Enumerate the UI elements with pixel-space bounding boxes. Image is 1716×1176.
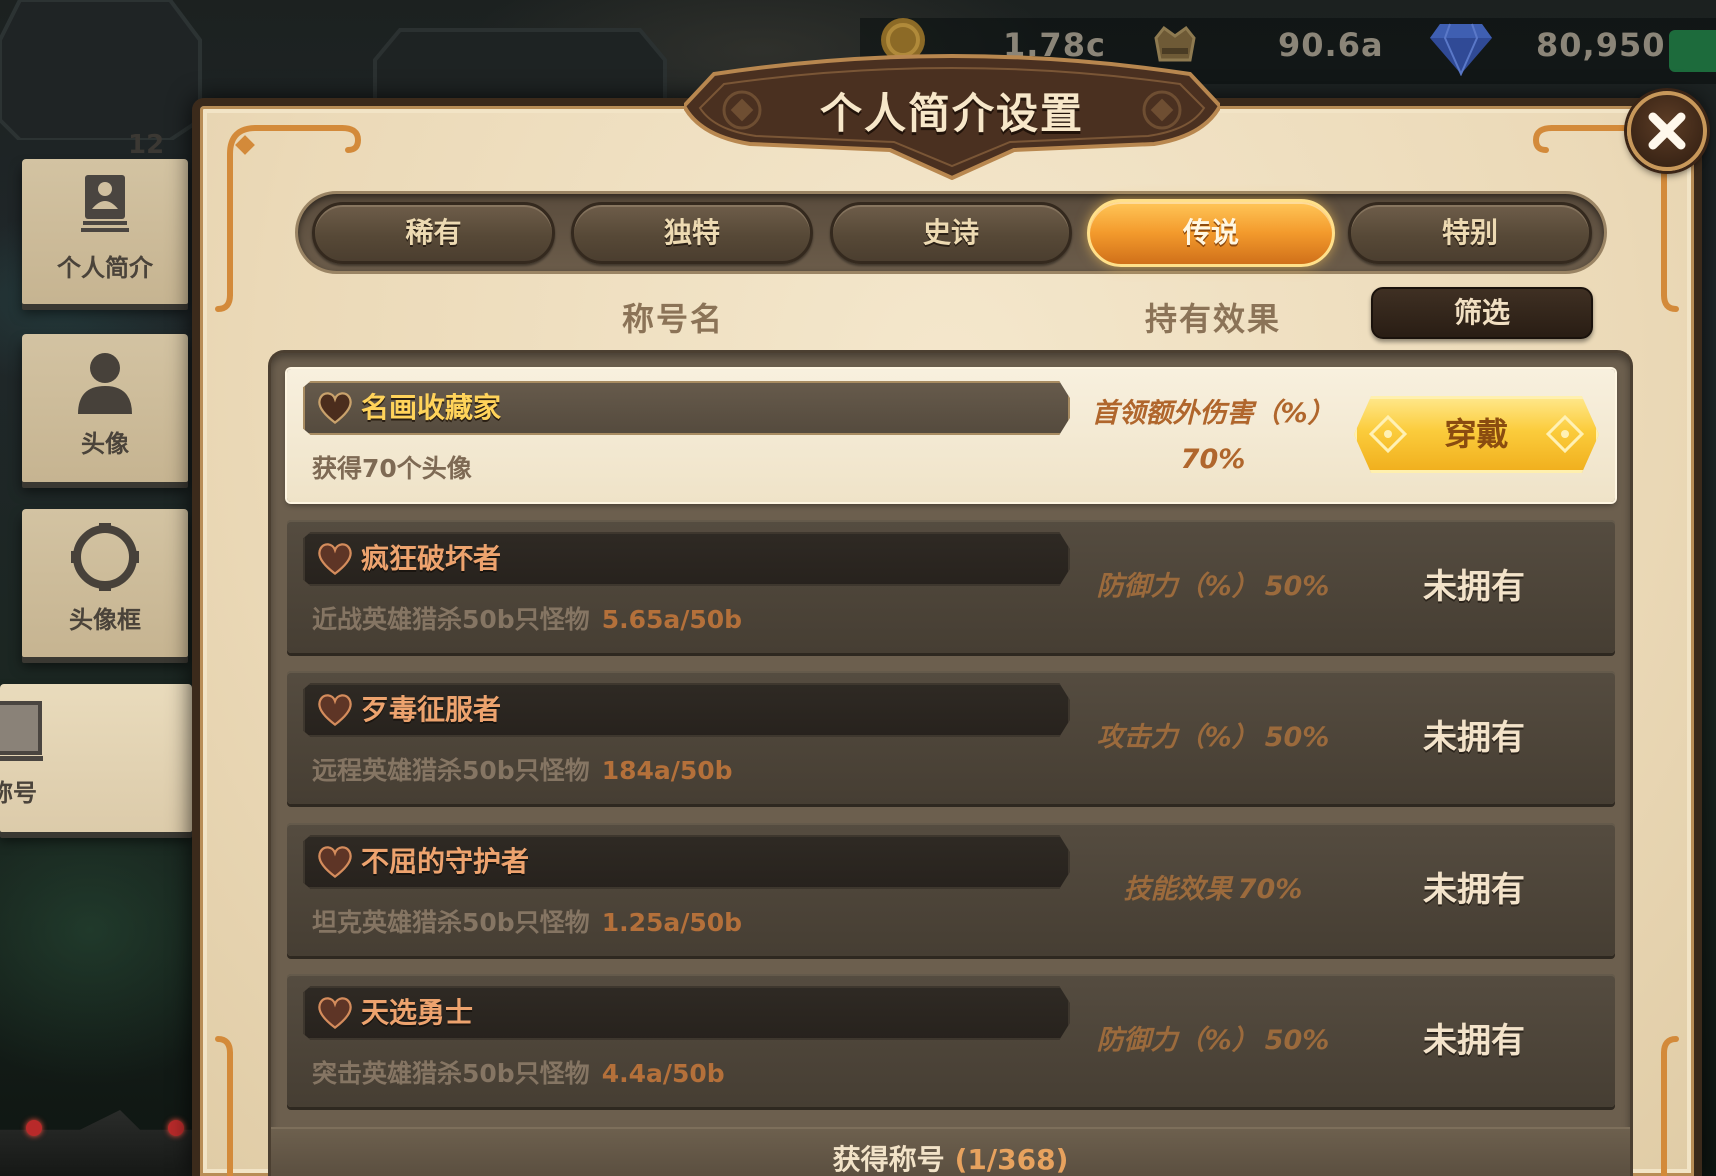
- title-progress: 184a/50b: [601, 756, 733, 785]
- title-name: 名画收藏家: [361, 391, 502, 424]
- filter-button[interactable]: 筛选: [1371, 287, 1593, 339]
- tab-unique[interactable]: 独特: [571, 202, 813, 264]
- title-name-bar: 天选勇士: [303, 986, 1070, 1040]
- status-not-owned: 未拥有: [1423, 1021, 1525, 1061]
- status-not-owned: 未拥有: [1423, 718, 1525, 758]
- title-requirement-line: 突击英雄猎杀50b只怪物 4.4a/50b: [312, 1057, 725, 1091]
- title-name: 不屈的守护者: [361, 845, 530, 878]
- side-tab-label: 头像: [81, 430, 129, 458]
- title-name-bar: 名画收藏家: [303, 381, 1070, 435]
- currency-add-tab[interactable]: [1669, 30, 1716, 72]
- title-requirement-line: 坦克英雄猎杀50b只怪物 1.25a/50b: [312, 906, 742, 940]
- title-requirement: 获得70个头像: [312, 454, 472, 483]
- secondary-amount: 90.6a: [1278, 26, 1384, 64]
- title-requirement: 近战英雄猎杀50b只怪物: [312, 605, 590, 634]
- side-tab-profile[interactable]: 个人简介: [22, 159, 188, 304]
- effect-stat: 技能效果: [1123, 874, 1232, 905]
- person-silhouette-icon: [70, 346, 140, 420]
- title-name: 疯狂破坏者: [361, 542, 502, 575]
- heart-icon: [317, 391, 353, 425]
- title-name: 歹毒征服者: [361, 693, 502, 726]
- effect-stat: 防御力（%）: [1096, 571, 1259, 602]
- heart-icon: [317, 693, 353, 727]
- title-effect: 防御力（%） 50%: [1063, 1020, 1363, 1062]
- gem-amount: 80,950: [1536, 26, 1666, 64]
- heart-icon: [317, 845, 353, 879]
- tab-rare[interactable]: 稀有: [312, 202, 555, 264]
- status-not-owned: 未拥有: [1423, 567, 1525, 607]
- blue-diamond-icon: [1428, 20, 1494, 80]
- wear-button[interactable]: 穿戴: [1354, 396, 1599, 473]
- title-effect: 攻击力（%） 50%: [1063, 717, 1363, 759]
- tab-legendary[interactable]: 传说: [1087, 199, 1335, 267]
- title-name-bar: 歹毒征服者: [303, 683, 1070, 737]
- title-effect: 首领额外伤害（%） 70%: [1063, 391, 1363, 483]
- side-tab-label: 称号: [0, 779, 37, 807]
- effect-value: 50%: [1264, 571, 1330, 602]
- side-tab-avatar-frame[interactable]: 头像框: [22, 509, 188, 657]
- title-name: 天选勇士: [361, 996, 474, 1029]
- heart-icon: [317, 542, 353, 576]
- avatar-frame-icon: [69, 521, 141, 597]
- title-requirement: 坦克英雄猎杀50b只怪物: [312, 908, 590, 937]
- title-requirement-line: 获得70个头像: [312, 452, 472, 486]
- title-name-bar: 不屈的守护者: [303, 835, 1070, 889]
- effect-value: 70%: [1180, 444, 1246, 475]
- title-requirement: 突击英雄猎杀50b只怪物: [312, 1059, 590, 1088]
- status-not-owned: 未拥有: [1423, 870, 1525, 910]
- effect-stat: 首领额外伤害（%）: [1091, 398, 1335, 429]
- column-header-title-name: 称号名: [621, 300, 724, 338]
- effect-value: 50%: [1264, 1025, 1330, 1056]
- effect-stat: 攻击力（%）: [1096, 722, 1259, 753]
- effect-value: 50%: [1264, 722, 1330, 753]
- titles-obtained-label: 获得称号: [832, 1143, 945, 1176]
- column-header-effect: 持有效果: [1144, 300, 1281, 338]
- title-list[interactable]: 名画收藏家 获得70个头像 首领额外伤害（%） 70% 穿戴 疯狂破坏者 近战英…: [268, 350, 1633, 1176]
- title-row[interactable]: 不屈的守护者 坦克英雄猎杀50b只怪物 1.25a/50b 技能效果 70% 未拥有: [287, 823, 1615, 956]
- level-badge: 12: [128, 130, 165, 160]
- title-progress: 4.4a/50b: [601, 1059, 725, 1088]
- title-requirement-line: 远程英雄猎杀50b只怪物 184a/50b: [312, 754, 733, 788]
- title-progress: 1.25a/50b: [601, 908, 743, 937]
- profile-card-icon: [73, 171, 137, 239]
- close-icon: [1648, 112, 1686, 150]
- title-row[interactable]: 疯狂破坏者 近战英雄猎杀50b只怪物 5.65a/50b 防御力（%） 50% 未拥…: [287, 520, 1615, 653]
- dialog-title: 个人简介设置: [819, 89, 1084, 138]
- red-light-dot: [168, 1120, 184, 1136]
- titles-obtained-count: (1/368): [954, 1143, 1069, 1176]
- heart-icon: [317, 996, 353, 1030]
- close-button[interactable]: [1627, 91, 1707, 171]
- red-light-dot: [26, 1120, 42, 1136]
- title-name-bar: 疯狂破坏者: [303, 532, 1070, 586]
- title-row[interactable]: 天选勇士 突击英雄猎杀50b只怪物 4.4a/50b 防御力（%） 50% 未拥有: [287, 974, 1615, 1107]
- title-effect: 防御力（%） 50%: [1063, 566, 1363, 608]
- side-tab-title[interactable]: 称号: [0, 684, 192, 832]
- title-requirement: 远程英雄猎杀50b只怪物: [312, 756, 590, 785]
- title-row[interactable]: 名画收藏家 获得70个头像 首领额外伤害（%） 70% 穿戴: [287, 369, 1615, 502]
- wear-button-label: 穿戴: [1444, 415, 1509, 453]
- tab-epic[interactable]: 史诗: [830, 202, 1072, 264]
- side-tab-label: 头像框: [69, 606, 141, 634]
- titles-obtained-footer: 获得称号 (1/368): [271, 1127, 1630, 1176]
- title-requirement-line: 近战英雄猎杀50b只怪物 5.65a/50b: [312, 603, 742, 637]
- side-tab-avatar[interactable]: 头像: [22, 334, 188, 482]
- effect-value: 70%: [1237, 874, 1303, 905]
- title-row[interactable]: 歹毒征服者 远程英雄猎杀50b只怪物 184a/50b 攻击力（%） 50% 未拥有: [287, 671, 1615, 804]
- side-tab-label: 个人简介: [57, 254, 153, 282]
- title-effect: 技能效果 70%: [1063, 869, 1363, 911]
- title-card-icon: [0, 700, 43, 766]
- tab-special[interactable]: 特别: [1348, 202, 1592, 264]
- title-progress: 5.65a/50b: [601, 605, 743, 634]
- effect-stat: 防御力（%）: [1096, 1025, 1259, 1056]
